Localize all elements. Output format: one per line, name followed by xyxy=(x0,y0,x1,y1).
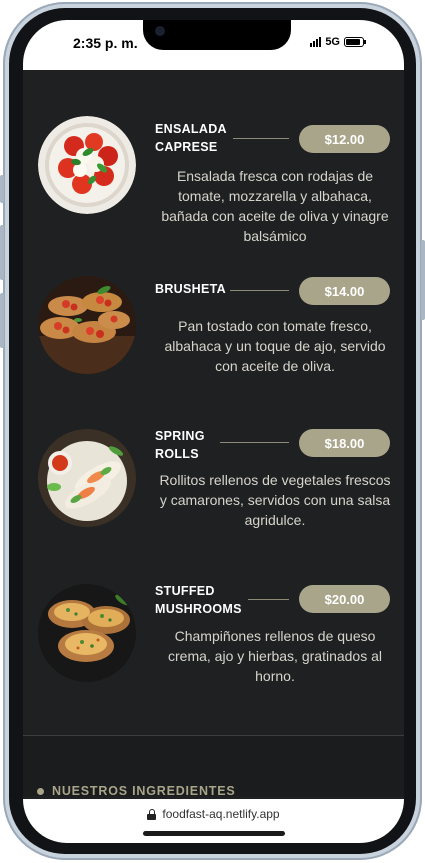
volume-down-button xyxy=(0,293,4,348)
bullet-icon xyxy=(37,787,44,795)
status-bar: 2:35 p. m. 5G xyxy=(23,20,404,70)
separator-line xyxy=(248,599,289,600)
menu-item[interactable]: STUFFED MUSHROOMS $20.00 Champiñones rel… xyxy=(23,70,404,684)
phone-screen: 2:35 p. m. 5G ENSALADA CAPRESE $12.00 En… xyxy=(23,20,404,843)
dish-description: Champiñones rellenos de queso crema, ajo… xyxy=(168,628,382,684)
dish-description: Pan tostado con tomate fresco, albahaca … xyxy=(164,318,386,374)
status-time: 2:35 p. m. xyxy=(73,35,138,51)
dish-name-line: STUFFED xyxy=(155,584,215,598)
stuffed-mushrooms-image xyxy=(38,584,136,682)
home-indicator[interactable] xyxy=(143,831,285,836)
dish-name-line: BRUSHETA xyxy=(155,282,226,296)
dish-name: SPRING ROLLS xyxy=(155,427,235,463)
price-badge: $14.00 xyxy=(299,277,390,305)
price-badge: $18.00 xyxy=(299,429,390,457)
dish-description: Rollitos rellenos de vegetales frescos y… xyxy=(159,472,391,528)
mute-switch xyxy=(0,175,4,203)
dish-name-line: MUSHROOMS xyxy=(155,602,242,616)
separator-line xyxy=(220,442,289,443)
notch xyxy=(143,20,291,50)
power-button xyxy=(421,240,425,320)
bruschetta-image xyxy=(38,276,136,374)
menu-content: ENSALADA CAPRESE $12.00 Ensalada fresca … xyxy=(23,70,404,735)
price-badge: $20.00 xyxy=(299,585,390,613)
dish-name: BRUSHETA xyxy=(155,280,230,298)
lock-icon xyxy=(147,808,157,820)
volume-up-button xyxy=(0,225,4,280)
network-type: 5G xyxy=(325,36,340,48)
signal-icon xyxy=(310,37,322,47)
battery-icon xyxy=(344,37,366,47)
dish-name: STUFFED MUSHROOMS xyxy=(155,582,245,618)
dish-name-line: ROLLS xyxy=(155,447,199,461)
status-indicators: 5G xyxy=(310,36,366,48)
ingredients-title: NUESTROS INGREDIENTES xyxy=(52,784,236,798)
spring-rolls-image xyxy=(38,429,136,527)
ingredients-section: NUESTROS INGREDIENTES xyxy=(23,736,404,798)
front-camera-icon xyxy=(155,26,165,36)
url-text[interactable]: foodfast-aq.netlify.app xyxy=(162,807,279,821)
url-display[interactable]: foodfast-aq.netlify.app xyxy=(23,807,404,821)
separator-line xyxy=(230,290,289,291)
section-title: NUESTROS INGREDIENTES xyxy=(37,784,236,798)
browser-url-bar[interactable]: foodfast-aq.netlify.app xyxy=(23,799,404,843)
